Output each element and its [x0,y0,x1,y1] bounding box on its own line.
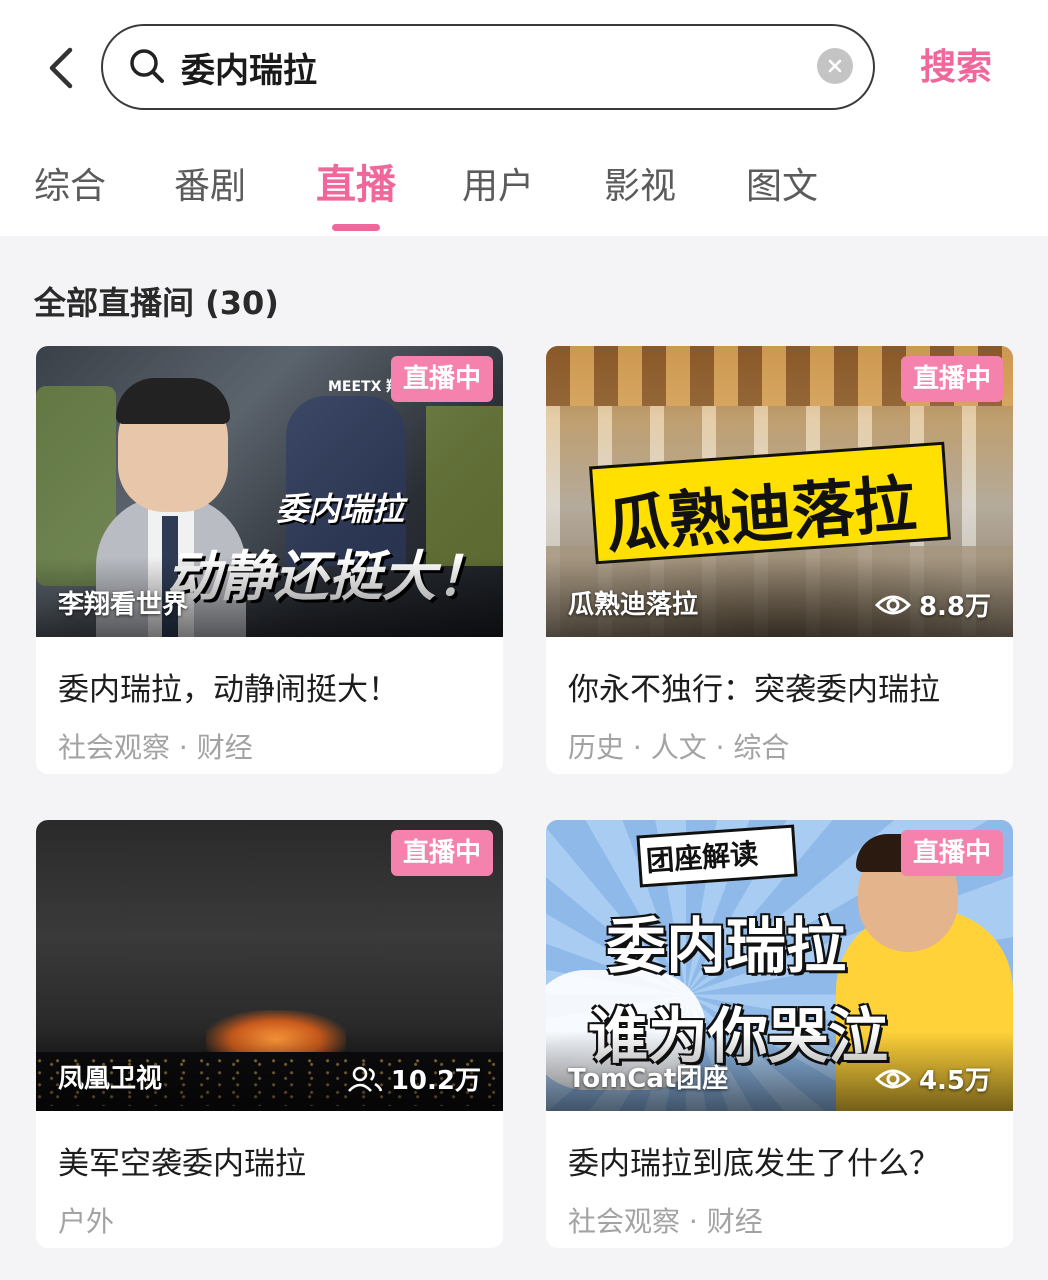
tab-movies[interactable]: 影视 [604,162,676,212]
viewer-count: 8.8万 [874,586,991,623]
live-room-card[interactable]: 直播中 凤凰卫视 10.2万 美军空袭委内瑞拉 户外 [36,820,503,1248]
card-title: 美军空袭委内瑞拉 [58,1146,306,1182]
header: 搜索 综合 番剧 直播 用户 影视 图文 [0,0,1048,236]
chevron-left-icon [49,47,73,89]
section-title: 全部直播间 (30) [34,284,279,322]
viewer-count: 10.2万 [347,1060,481,1097]
card-title: 委内瑞拉到底发生了什么？ [568,1146,940,1182]
clear-button[interactable] [817,48,853,84]
search-button[interactable]: 搜索 [920,40,1020,96]
live-room-card[interactable]: 委内瑞拉 动静还挺大！ MEETX 翔谈世界 直播中 李翔看世界 委内瑞拉，动静… [36,346,503,774]
card-thumbnail: 委内瑞拉 动静还挺大！ MEETX 翔谈世界 直播中 李翔看世界 [36,346,503,637]
live-room-card[interactable]: 团座解读 委内瑞拉 谁为你哭泣 直播中 TomCat团座 4.5万 委内瑞拉到底… [546,820,1013,1248]
back-button[interactable] [36,40,86,96]
tab-comprehensive[interactable]: 综合 [34,162,106,212]
card-tags: 社会观察 · 财经 [58,731,253,764]
thumb-headline-1: 委内瑞拉 [276,490,405,528]
live-badge: 直播中 [900,356,1003,402]
streamer-name: 瓜熟迪落拉 [568,590,699,620]
live-room-card[interactable]: 瓜熟迪落拉 直播中 瓜熟迪落拉 8.8万 你永不独行：突袭委内瑞拉 历史 · 人… [546,346,1013,774]
viewer-count: 4.5万 [874,1060,991,1097]
tab-anime[interactable]: 番剧 [174,162,246,212]
card-tags: 户外 [58,1205,115,1238]
category-tabs: 综合 番剧 直播 用户 影视 图文 [0,150,1048,236]
card-thumbnail: 瓜熟迪落拉 直播中 瓜熟迪落拉 8.8万 [546,346,1013,637]
live-badge: 直播中 [900,830,1003,876]
viewer-count-value: 8.8万 [918,592,991,622]
card-tags: 历史 · 人文 · 综合 [568,731,790,764]
card-thumbnail: 直播中 凤凰卫视 10.2万 [36,820,503,1111]
tab-articles[interactable]: 图文 [746,162,818,212]
eye-icon [874,595,911,614]
thumb-headline-1: 委内瑞拉 [606,912,846,982]
live-badge: 直播中 [390,830,493,876]
live-badge: 直播中 [390,356,493,402]
card-title: 你永不独行：突袭委内瑞拉 [568,672,940,708]
close-icon [828,59,842,73]
viewer-count-value: 4.5万 [918,1066,991,1096]
users-icon [347,1066,383,1092]
eye-icon [874,1069,911,1088]
thumb-tag-text: 团座解读 [645,837,760,878]
search-icon [130,49,164,83]
card-thumbnail: 团座解读 委内瑞拉 谁为你哭泣 直播中 TomCat团座 4.5万 [546,820,1013,1111]
card-tags: 社会观察 · 财经 [568,1205,763,1238]
tab-live[interactable]: 直播 [316,160,396,210]
search-input[interactable] [181,40,801,94]
active-tab-indicator [332,224,380,231]
card-title: 委内瑞拉，动静闹挺大！ [58,672,399,708]
viewer-count-value: 10.2万 [390,1066,481,1096]
streamer-name: TomCat团座 [568,1064,729,1094]
tab-users[interactable]: 用户 [462,162,534,212]
streamer-name: 李翔看世界 [58,590,189,620]
search-box[interactable] [101,24,875,110]
streamer-name: 凤凰卫视 [58,1064,163,1094]
